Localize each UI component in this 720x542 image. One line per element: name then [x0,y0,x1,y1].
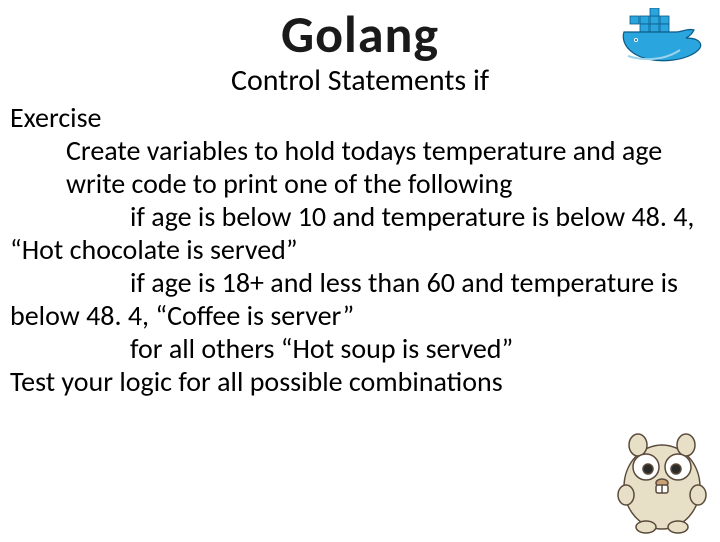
body-line: Create variables to hold todays temperat… [10,134,706,167]
body-line: Exercise [10,101,706,134]
body-line: for all others “Hot soup is served” [10,332,706,365]
golang-gopher-icon [602,425,712,540]
body-line: write code to print one of the following [10,167,706,200]
body-line: Test your logic for all possible combina… [10,365,706,398]
slide-title: Golang [0,2,720,66]
body-line: if age is below 10 and temperature is be… [10,200,706,266]
slide-subtitle: Control Statements if [0,62,720,99]
docker-whale-icon [620,8,706,71]
slide-body: Exercise Create variables to hold todays… [0,101,720,398]
body-line: if age is 18+ and less than 60 and tempe… [10,266,706,332]
